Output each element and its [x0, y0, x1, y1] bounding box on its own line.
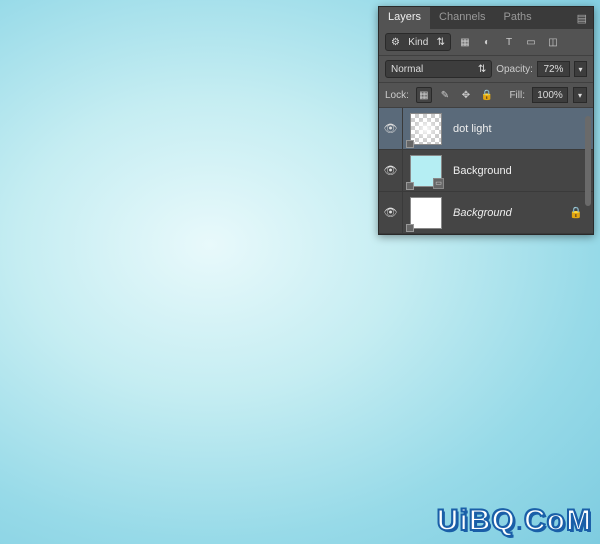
- watermark-b: CoM: [524, 504, 592, 537]
- opacity-label: Opacity:: [496, 64, 533, 75]
- chevron-updown-icon: ⇅: [437, 37, 445, 48]
- watermark-dot: .: [516, 506, 524, 536]
- fill-label: Fill:: [509, 90, 525, 101]
- lock-pixels-icon[interactable]: ✎: [437, 87, 453, 103]
- tab-paths[interactable]: Paths: [495, 7, 541, 29]
- watermark-a: UiBQ: [437, 504, 516, 537]
- visibility-toggle[interactable]: 👁: [379, 150, 403, 192]
- layer-thumbnail[interactable]: [410, 197, 442, 229]
- visibility-toggle[interactable]: 👁: [379, 192, 403, 234]
- eye-icon: 👁: [384, 206, 398, 219]
- opacity-stepper[interactable]: ▾: [574, 61, 587, 77]
- lock-all-icon[interactable]: 🔒: [479, 87, 495, 103]
- layer-row[interactable]: 👁 ▭ Background: [379, 150, 593, 192]
- filter-pixel-icon[interactable]: ▦: [457, 34, 473, 50]
- layer-name[interactable]: Background: [453, 207, 569, 219]
- layers-list: 👁 dot light 👁 ▭ Background 👁 Background …: [379, 108, 593, 234]
- fill-stepper[interactable]: ▾: [573, 87, 587, 103]
- filter-kind-label: Kind: [408, 37, 428, 48]
- layer-thumb-wrap: ▭: [403, 155, 443, 187]
- chevron-updown-icon: ⇅: [478, 64, 486, 75]
- panel-menu-icon[interactable]: ▤: [571, 7, 593, 29]
- lock-position-icon[interactable]: ✥: [458, 87, 474, 103]
- tab-layers[interactable]: Layers: [379, 7, 430, 29]
- blend-row: Normal ⇅ Opacity: 72% ▾: [379, 56, 593, 83]
- lock-icon: 🔒: [569, 206, 583, 219]
- filter-kind-icon: ⚙: [391, 37, 400, 48]
- scrollbar[interactable]: [585, 116, 591, 206]
- eye-icon: 👁: [384, 164, 398, 177]
- visibility-toggle[interactable]: 👁: [379, 108, 403, 150]
- lock-row: Lock: ▦ ✎ ✥ 🔒 Fill: 100% ▾: [379, 83, 593, 108]
- blend-mode-dropdown[interactable]: Normal ⇅: [385, 60, 492, 78]
- layer-row[interactable]: 👁 dot light: [379, 108, 593, 150]
- layer-name[interactable]: dot light: [453, 123, 585, 135]
- panel-tabs: Layers Channels Paths ▤: [379, 7, 593, 29]
- layers-panel: Layers Channels Paths ▤ ⚙ Kind ⇅ ▦ ◐ T ▭…: [378, 6, 594, 235]
- layer-name[interactable]: Background: [453, 165, 585, 177]
- blend-mode-value: Normal: [391, 64, 423, 75]
- filter-row: ⚙ Kind ⇅ ▦ ◐ T ▭ ◫: [379, 29, 593, 56]
- filter-smart-icon[interactable]: ◫: [545, 34, 561, 50]
- filter-shape-icon[interactable]: ▭: [523, 34, 539, 50]
- layer-thumbnail[interactable]: [410, 113, 442, 145]
- shape-badge-icon: ▭: [433, 178, 444, 189]
- layer-thumb-wrap: [403, 113, 443, 145]
- layer-thumb-wrap: [403, 197, 443, 229]
- fill-value[interactable]: 100%: [532, 87, 568, 103]
- filter-type-icon[interactable]: T: [501, 34, 517, 50]
- layer-row[interactable]: 👁 Background 🔒: [379, 192, 593, 234]
- filter-kind-dropdown[interactable]: ⚙ Kind ⇅: [385, 33, 451, 51]
- eye-icon: 👁: [384, 122, 398, 135]
- layer-thumbnail[interactable]: ▭: [410, 155, 442, 187]
- tab-channels[interactable]: Channels: [430, 7, 494, 29]
- filter-adjust-icon[interactable]: ◐: [479, 34, 495, 50]
- lock-transparent-icon[interactable]: ▦: [416, 87, 432, 103]
- opacity-value[interactable]: 72%: [537, 61, 570, 77]
- watermark: UiBQ.CoM: [437, 504, 592, 538]
- lock-label: Lock:: [385, 90, 409, 101]
